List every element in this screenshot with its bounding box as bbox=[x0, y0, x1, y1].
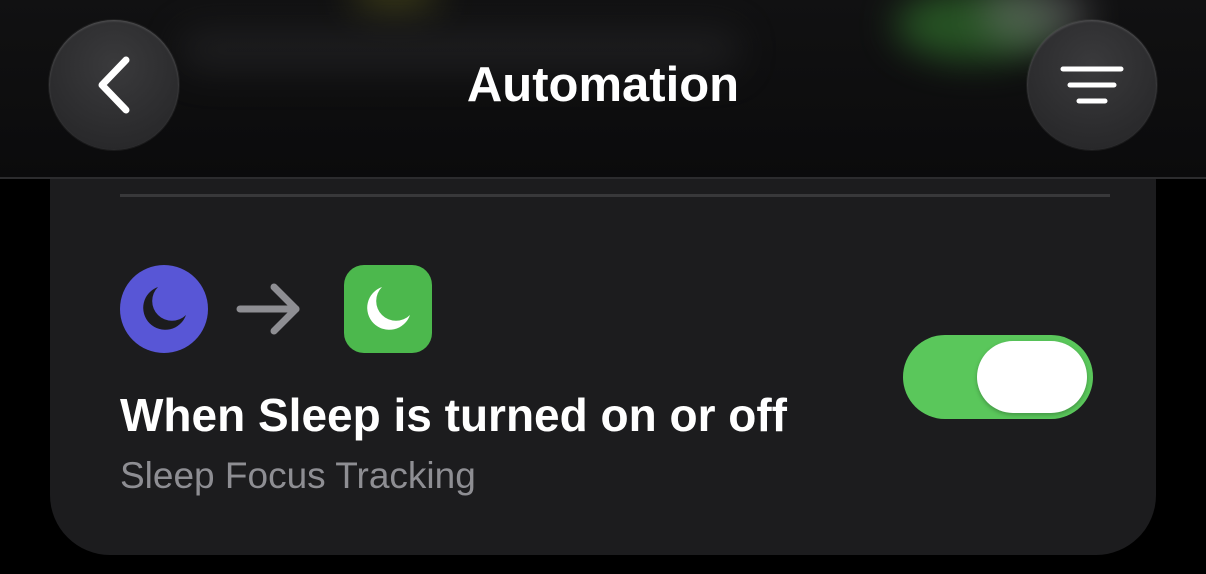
page-title: Automation bbox=[466, 58, 740, 112]
automation-screen: Automation When Sleep is turned on or of… bbox=[0, 0, 1206, 574]
filter-menu-button[interactable] bbox=[1027, 20, 1157, 150]
divider bbox=[120, 194, 1110, 197]
moon-icon bbox=[367, 287, 410, 330]
automation-card[interactable]: When Sleep is turned on or off Sleep Foc… bbox=[50, 179, 1156, 555]
automation-enabled-toggle[interactable] bbox=[903, 335, 1093, 419]
toggle-knob[interactable] bbox=[977, 341, 1087, 413]
automation-title: When Sleep is turned on or off bbox=[120, 389, 787, 441]
sleep-focus-trigger-icon bbox=[120, 265, 208, 353]
filter-lines-icon bbox=[1060, 66, 1124, 104]
arrow-right-icon bbox=[236, 283, 300, 335]
automation-subtitle: Sleep Focus Tracking bbox=[120, 455, 476, 496]
sleep-focus-action-icon bbox=[344, 265, 432, 353]
moon-icon bbox=[143, 287, 186, 330]
blurred-content bbox=[350, 0, 440, 10]
